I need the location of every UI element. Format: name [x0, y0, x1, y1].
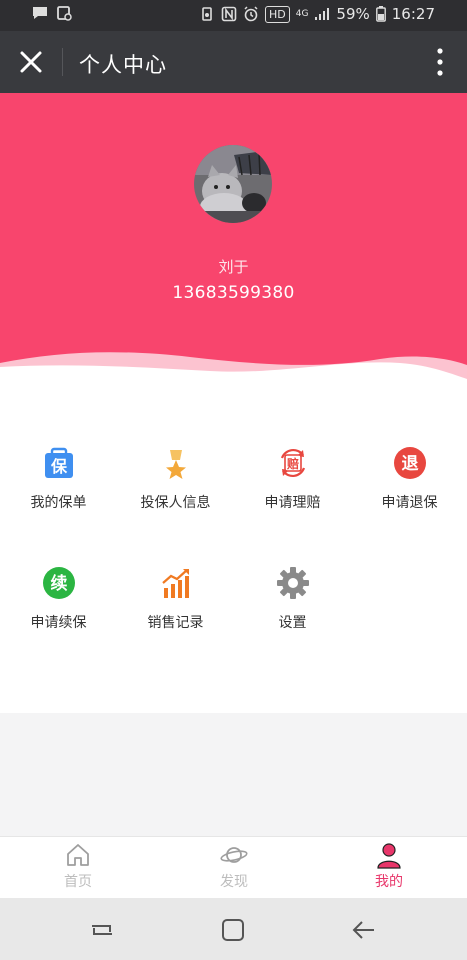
- signal-icon: [315, 8, 330, 20]
- menu-label: 设置: [278, 615, 307, 631]
- svg-text:保: 保: [49, 457, 67, 476]
- page-title: 个人中心: [79, 53, 167, 77]
- home-icon: [67, 844, 89, 866]
- vibrate-icon: [202, 7, 212, 21]
- gallery-icon: [57, 6, 72, 21]
- nfc-icon: [221, 6, 237, 22]
- user-name: 刘于: [218, 258, 249, 276]
- tab-label: 首页: [64, 874, 92, 890]
- claim-icon: 赔: [280, 448, 305, 478]
- user-phone: 13683599380: [172, 283, 295, 303]
- svg-text:退: 退: [401, 454, 418, 474]
- menu-item-sales-records[interactable]: 销售记录: [117, 566, 234, 632]
- tab-label: 发现: [220, 874, 248, 890]
- menu-label: 投保人信息: [140, 495, 211, 511]
- menu-label: 销售记录: [147, 615, 204, 631]
- avatar[interactable]: [194, 145, 272, 223]
- renew-icon: 续: [42, 567, 75, 599]
- policy-icon: 保: [44, 447, 73, 478]
- planet-icon: [220, 847, 248, 863]
- menu-item-my-policy[interactable]: 保 我的保单: [0, 446, 117, 512]
- clock: 16:27: [391, 5, 435, 23]
- status-bar: HD 4G 59% 16:27: [0, 0, 467, 31]
- menu-item-apply-renewal[interactable]: 续 申请续保: [0, 566, 117, 632]
- home-button-icon[interactable]: [219, 916, 247, 944]
- user-icon: [377, 843, 401, 869]
- tab-home[interactable]: 首页: [0, 841, 156, 891]
- menu-label: 申请退保: [381, 495, 438, 511]
- recent-apps-icon[interactable]: [88, 916, 116, 944]
- cancel-icon: 退: [393, 447, 426, 479]
- medal-icon: [165, 450, 186, 479]
- app-header: 个人中心: [0, 31, 467, 93]
- menu-item-policyholder-info[interactable]: 投保人信息: [117, 446, 234, 512]
- profile-banner: 刘于 13683599380: [0, 93, 467, 383]
- close-icon[interactable]: [18, 49, 44, 75]
- chart-icon: [161, 569, 189, 598]
- bottom-tab-bar: 首页 发现 我的: [0, 836, 467, 899]
- hd-badge: HD: [264, 5, 290, 23]
- menu-item-apply-claim[interactable]: 赔 申请理赔: [234, 446, 351, 512]
- tab-label: 我的: [375, 874, 403, 890]
- alarm-icon: [244, 6, 258, 22]
- system-nav-bar: [0, 898, 467, 960]
- tab-discover[interactable]: 发现: [156, 841, 312, 891]
- menu-label: 申请续保: [30, 615, 87, 631]
- more-options-icon[interactable]: [435, 47, 445, 77]
- network-label: 4G: [295, 8, 309, 19]
- message-icon: [33, 7, 47, 19]
- battery-percent: 59%: [336, 5, 370, 23]
- back-icon[interactable]: [350, 916, 378, 944]
- svg-text:赔: 赔: [285, 456, 298, 471]
- wave-divider: [0, 352, 467, 383]
- menu-label: 申请理赔: [264, 495, 321, 511]
- tab-mine[interactable]: 我的: [311, 841, 467, 891]
- function-menu: 保 我的保单 投保人信息 赔 申请理赔 退 申请退保 续 申请续保 销售记录 设…: [0, 383, 467, 713]
- menu-label: 我的保单: [30, 495, 87, 511]
- avatar-cat-photo: [194, 145, 272, 223]
- header-divider: [62, 48, 63, 76]
- gear-icon: [276, 567, 309, 599]
- menu-item-apply-surrender[interactable]: 退 申请退保: [351, 446, 467, 512]
- menu-item-settings[interactable]: 设置: [234, 566, 351, 632]
- battery-icon: [375, 6, 386, 22]
- svg-text:续: 续: [50, 573, 67, 594]
